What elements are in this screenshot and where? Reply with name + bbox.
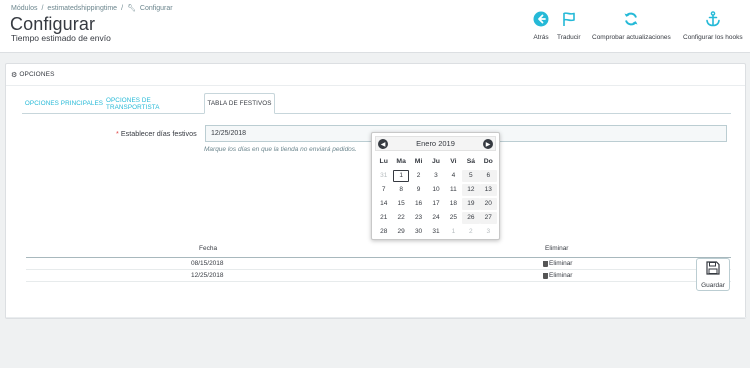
holiday-date: 12/25/2018 <box>191 272 224 279</box>
holidays-field-label: * Establecer días festivos <box>116 129 197 138</box>
holidays-table: Fecha Eliminar 08/15/2018 Eliminar 12/25… <box>26 242 731 282</box>
breadcrumb-separator: / <box>41 4 44 12</box>
trash-icon <box>543 260 548 267</box>
panel-heading: ⚙ OPCIONES <box>6 64 745 86</box>
datepicker-day[interactable]: 2 <box>462 226 479 238</box>
datepicker-day[interactable]: 20 <box>479 198 497 210</box>
datepicker-header: ◀ Enero 2019 ▶ <box>375 136 496 151</box>
breadcrumb-modules[interactable]: Módulos <box>11 5 37 12</box>
tab-carrier-options[interactable]: OPCIONES DE TRANSPORTISTA <box>106 93 204 114</box>
datepicker-day[interactable]: 22 <box>392 212 409 224</box>
breadcrumb-separator: / <box>121 4 124 12</box>
datepicker-day[interactable]: 17 <box>427 198 444 210</box>
tab-holidays-table[interactable]: TABLA DE FESTIVOS <box>204 93 275 114</box>
datepicker-day[interactable]: 23 <box>410 212 427 224</box>
trash-icon <box>543 272 548 279</box>
datepicker-day[interactable]: 6 <box>479 170 497 182</box>
table-row: 12/25/2018 Eliminar <box>26 270 731 282</box>
datepicker-weekday: Lu <box>379 158 388 165</box>
table-row: 08/15/2018 Eliminar <box>26 258 731 270</box>
datepicker-day[interactable]: 30 <box>410 226 427 238</box>
datepicker-day[interactable]: 11 <box>445 184 462 196</box>
holiday-date: 08/15/2018 <box>191 260 224 267</box>
datepicker-weekday: Ma <box>396 158 406 165</box>
page-subtitle: Tiempo estimado de envío <box>11 33 111 43</box>
datepicker-day[interactable]: 1 <box>445 226 462 238</box>
datepicker-popup: ◀ Enero 2019 ▶ Lu Ma Mi Ju Vi Sá Do 31 1 2 3 4 5 6 7 8 9… <box>371 132 500 240</box>
delete-button[interactable]: Eliminar <box>543 272 572 279</box>
datepicker-day[interactable]: 14 <box>375 198 392 210</box>
floppy-disk-icon <box>706 260 720 280</box>
datepicker-day[interactable]: 2 <box>410 170 427 182</box>
panel-footer-divider <box>6 317 747 318</box>
datepicker-weekday: Vi <box>450 158 457 165</box>
breadcrumb-module-name[interactable]: estimatedshippingtime <box>47 5 117 12</box>
datepicker-month-label: Enero 2019 <box>416 139 455 148</box>
breadcrumb-configure: Configurar <box>139 4 173 12</box>
datepicker-day[interactable]: 16 <box>410 198 427 210</box>
required-mark: * <box>116 129 119 138</box>
arrow-left-circle-icon <box>532 10 550 28</box>
wrench-icon: 🔧︎ <box>127 5 136 12</box>
table-header: Fecha Eliminar <box>26 242 731 258</box>
datepicker-day[interactable]: 26 <box>462 212 480 224</box>
datepicker-day[interactable]: 5 <box>462 170 480 182</box>
translate-button[interactable]: Traducir <box>557 10 581 41</box>
panel-heading-label: OPCIONES <box>19 71 55 78</box>
check-updates-button[interactable]: Comprobar actualizaciones <box>592 10 671 41</box>
save-label: Guardar <box>701 281 725 289</box>
delete-button[interactable]: Eliminar <box>543 260 572 267</box>
configure-hooks-label: Configurar los hooks <box>683 34 743 41</box>
datepicker-day[interactable]: 15 <box>392 198 409 210</box>
datepicker-grid: Lu Ma Mi Ju Vi Sá Do 31 1 2 3 4 5 6 7 8 9 10 11 12 13 14 15 16 1… <box>375 156 497 238</box>
back-label: Atrás <box>533 34 549 41</box>
datepicker-day[interactable]: 31 <box>427 226 444 238</box>
datepicker-day[interactable]: 4 <box>445 170 462 182</box>
datepicker-day[interactable]: 13 <box>479 184 497 196</box>
holidays-help-text: Marque los días en que la tienda no envi… <box>204 146 357 153</box>
datepicker-day[interactable]: 10 <box>427 184 444 196</box>
datepicker-day[interactable]: 3 <box>427 170 444 182</box>
breadcrumb: Módulos / estimatedshippingtime / 🔧︎ Con… <box>11 4 173 13</box>
datepicker-day[interactable]: 9 <box>410 184 427 196</box>
page-header: Módulos / estimatedshippingtime / 🔧︎ Con… <box>0 0 750 53</box>
back-button[interactable]: Atrás <box>532 10 550 41</box>
datepicker-weekday: Ju <box>432 158 440 165</box>
check-updates-label: Comprobar actualizaciones <box>592 34 671 41</box>
flag-icon <box>560 10 578 28</box>
datepicker-weekday: Sá <box>466 158 476 165</box>
datepicker-weekday: Do <box>483 158 493 165</box>
datepicker-day[interactable]: 27 <box>479 212 497 224</box>
column-header-date: Fecha <box>199 245 218 252</box>
datepicker-weekday: Mi <box>414 158 423 165</box>
tab-main-options[interactable]: OPCIONES PRINCIPALES <box>22 93 106 114</box>
holidays-field-label-text: Establecer días festivos <box>120 129 197 138</box>
save-button[interactable]: Guardar <box>696 258 730 291</box>
datepicker-day[interactable]: 31 <box>375 170 392 182</box>
datepicker-day[interactable]: 7 <box>375 184 392 196</box>
datepicker-day[interactable]: 18 <box>445 198 462 210</box>
anchor-icon <box>704 10 722 28</box>
datepicker-day[interactable]: 1 <box>393 170 409 182</box>
translate-label: Traducir <box>557 34 581 41</box>
datepicker-day[interactable]: 28 <box>375 226 392 238</box>
datepicker-day[interactable]: 21 <box>375 212 392 224</box>
datepicker-day[interactable]: 25 <box>445 212 462 224</box>
refresh-icon <box>622 10 640 28</box>
datepicker-prev-button[interactable]: ◀ <box>378 139 388 149</box>
delete-label: Eliminar <box>549 260 573 267</box>
configure-hooks-button[interactable]: Configurar los hooks <box>683 10 743 41</box>
datepicker-day[interactable]: 12 <box>462 184 480 196</box>
tabs-bar: OPCIONES PRINCIPALES OPCIONES DE TRANSPO… <box>22 93 731 114</box>
gear-icon: ⚙ <box>11 71 18 79</box>
datepicker-day[interactable]: 19 <box>462 198 480 210</box>
column-header-delete: Eliminar <box>545 245 569 252</box>
datepicker-day[interactable]: 3 <box>480 226 497 238</box>
datepicker-day[interactable]: 24 <box>427 212 444 224</box>
datepicker-next-button[interactable]: ▶ <box>483 139 493 149</box>
page-title: Configurar <box>10 14 96 34</box>
delete-label: Eliminar <box>549 272 573 279</box>
datepicker-day[interactable]: 29 <box>392 226 409 238</box>
datepicker-day[interactable]: 8 <box>392 184 409 196</box>
